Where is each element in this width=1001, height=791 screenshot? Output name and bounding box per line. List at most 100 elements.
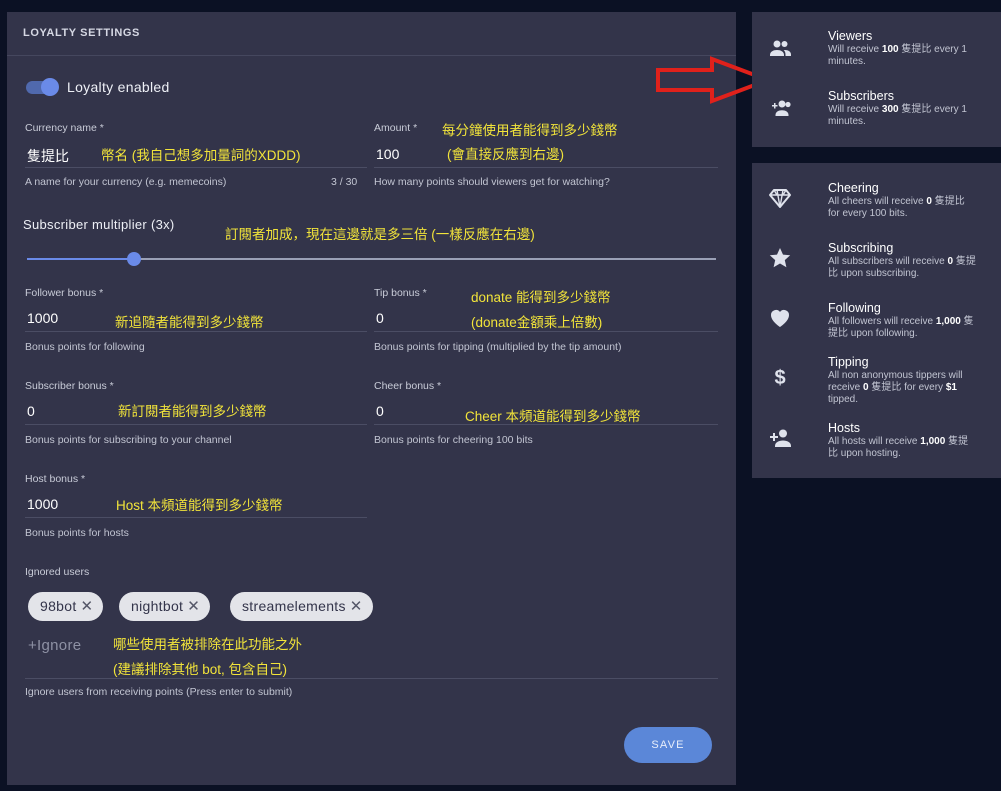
host-bonus-label: Host bonus * [25, 473, 86, 485]
loyalty-toggle[interactable] [24, 77, 60, 97]
reward-description: All hosts will receive 1,000 隻提 [828, 436, 969, 447]
reward-title: Subscribers [828, 89, 894, 103]
tip-bonus-label: Tip bonus * [374, 287, 427, 299]
host-note: Host 本頻道能得到多少錢幣 [116, 498, 283, 513]
reward-hosts: Hosts All hosts will receive 1,000 隻提 比 … [752, 420, 1001, 470]
reward-title: Cheering [828, 181, 879, 195]
amount-label: Amount * [374, 122, 418, 134]
currency-note: 幣名 (我自己想多加量詞的XDDD) [101, 148, 301, 163]
cheer-bonus-input[interactable]: 0 [376, 403, 384, 419]
host-bonus-hint: Bonus points for hosts [25, 527, 129, 539]
reward-title: Subscribing [828, 241, 894, 255]
ignored-chip-98bot: 98bot ✕ [28, 592, 104, 621]
ignored-chip-nightbot: nightbot ✕ [119, 592, 211, 621]
star-icon [769, 248, 791, 268]
heart-icon [771, 310, 789, 327]
ignored-note-1: 哪些使用者被排除在此功能之外 [113, 637, 302, 652]
tip-note-2: (donate金額乘上倍數) [471, 315, 603, 330]
dollar-icon: $ [774, 367, 786, 389]
host-icon [770, 429, 791, 447]
ignored-users-hint: Ignore users from receiving points (Pres… [25, 686, 293, 698]
cheer-note: Cheer 本頻道能得到多少錢幣 [465, 409, 641, 424]
reward-description-line2: for every 100 bits. [828, 208, 908, 219]
toggle-knob [41, 78, 59, 96]
subscriber-note: 新訂閱者能得到多少錢幣 [118, 404, 267, 419]
subscriber-bonus-underline [25, 424, 367, 425]
reward-description: All followers will receive 1,000 隻 [828, 316, 974, 327]
reward-following: Following All followers will receive 1,0… [752, 300, 1001, 350]
ignore-input-underline [25, 678, 718, 679]
multiplier-slider-fill [27, 258, 135, 260]
loyalty-toggle-label: Loyalty enabled [67, 79, 170, 95]
ignore-user-input[interactable]: +Ignore [28, 637, 81, 654]
host-bonus-input[interactable]: 1000 [27, 496, 58, 512]
multiplier-note: 訂閱者加成，現在這邊就是多三倍 (一樣反應在右邊) [225, 227, 535, 242]
tip-bonus-underline [374, 331, 718, 332]
reward-tipping: $ Tipping All non anonymous tippers will… [752, 354, 1001, 414]
currency-name-input[interactable]: 隻提比 [27, 146, 69, 166]
tip-note-1: donate 能得到多少錢幣 [471, 290, 611, 305]
follower-bonus-hint: Bonus points for following [25, 341, 145, 353]
rewards-rate-card: Viewers Will receive 100 隻提比 every 1 min… [752, 12, 1001, 147]
panel-title: LOYALTY SETTINGS [23, 27, 140, 39]
reward-description-line2: minutes. [828, 116, 866, 127]
remove-chip-icon[interactable]: ✕ [187, 598, 200, 615]
reward-title: Viewers [828, 29, 873, 43]
amount-input[interactable]: 100 [376, 146, 399, 162]
panel-header: LOYALTY SETTINGS [7, 12, 736, 56]
multiplier-slider-handle[interactable] [127, 252, 142, 266]
ignored-note-2: (建議排除其他 bot, 包含自己) [113, 662, 288, 677]
amount-hint: How many points should viewers get for w… [374, 176, 610, 188]
reward-description: Will receive 300 隻提比 every 1 [828, 104, 967, 115]
reward-description: Will receive 100 隻提比 every 1 [828, 44, 967, 55]
ignored-chip-streamelements: streamelements ✕ [230, 592, 373, 621]
tip-bonus-hint: Bonus points for tipping (multiplied by … [374, 341, 622, 353]
ignored-users-label: Ignored users [25, 566, 90, 578]
subscriber-bonus-hint: Bonus points for subscribing to your cha… [25, 434, 232, 446]
amount-underline [374, 167, 718, 168]
cheer-bonus-hint: Bonus points for cheering 100 bits [374, 434, 533, 446]
reward-title: Tipping [828, 355, 869, 369]
currency-name-counter: 3 / 30 [331, 176, 358, 188]
follower-bonus-underline [25, 331, 367, 332]
rewards-bonus-card: Cheering All cheers will receive 0 隻提比 f… [752, 163, 1001, 478]
remove-chip-icon[interactable]: ✕ [350, 598, 363, 615]
chip-label: 98bot [40, 598, 77, 614]
reward-description: All cheers will receive 0 隻提比 [828, 196, 965, 207]
reward-description-line2: 比 upon subscribing. [828, 268, 920, 279]
reward-title: Following [828, 301, 881, 315]
follower-bonus-label: Follower bonus * [25, 287, 104, 299]
currency-name-label: Currency name * [25, 122, 104, 134]
loyalty-settings-panel: LOYALTY SETTINGS Loyalty enabled Currenc… [7, 12, 736, 785]
reward-description: All non anonymous tippers will [828, 370, 963, 381]
reward-subscribing: Subscribing All subscribers will receive… [752, 240, 1001, 290]
viewers-icon [770, 40, 791, 56]
reward-subscribers: Subscribers Will receive 300 隻提比 every 1… [752, 88, 1001, 138]
remove-chip-icon[interactable]: ✕ [81, 598, 94, 615]
currency-name-hint: A name for your currency (e.g. memecoins… [25, 176, 227, 188]
reward-description: All subscribers will receive 0 隻提 [828, 256, 976, 267]
subscriber-bonus-input[interactable]: 0 [27, 403, 35, 419]
cheer-bonus-label: Cheer bonus * [374, 380, 442, 392]
follower-bonus-input[interactable]: 1000 [27, 310, 58, 326]
amount-note-2: (會直接反應到右邊) [447, 147, 564, 162]
reward-viewers: Viewers Will receive 100 隻提比 every 1 min… [752, 28, 1001, 78]
chip-label: nightbot [131, 598, 184, 614]
reward-description-line3: tipped. [828, 394, 859, 405]
currency-name-underline [25, 167, 367, 168]
reward-cheering: Cheering All cheers will receive 0 隻提比 f… [752, 180, 1001, 230]
reward-description-line2: 比 upon hosting. [828, 448, 901, 459]
chip-label: streamelements [242, 598, 346, 614]
tip-bonus-input[interactable]: 0 [376, 310, 384, 326]
host-bonus-underline [25, 517, 367, 518]
follower-note: 新追隨者能得到多少錢幣 [115, 315, 264, 330]
reward-description-line2: 提比 upon following. [828, 328, 918, 339]
reward-description-line2: receive 0 隻提比 for every $1 [828, 382, 957, 393]
save-button[interactable]: SAVE [624, 727, 712, 763]
reward-description-line2: minutes. [828, 56, 866, 67]
multiplier-label: Subscriber multiplier (3x) [23, 217, 175, 232]
subscribers-icon [772, 100, 791, 116]
amount-note-1: 每分鐘使用者能得到多少錢幣 [442, 123, 618, 138]
reward-title: Hosts [828, 421, 860, 435]
subscriber-bonus-label: Subscriber bonus * [25, 380, 114, 392]
